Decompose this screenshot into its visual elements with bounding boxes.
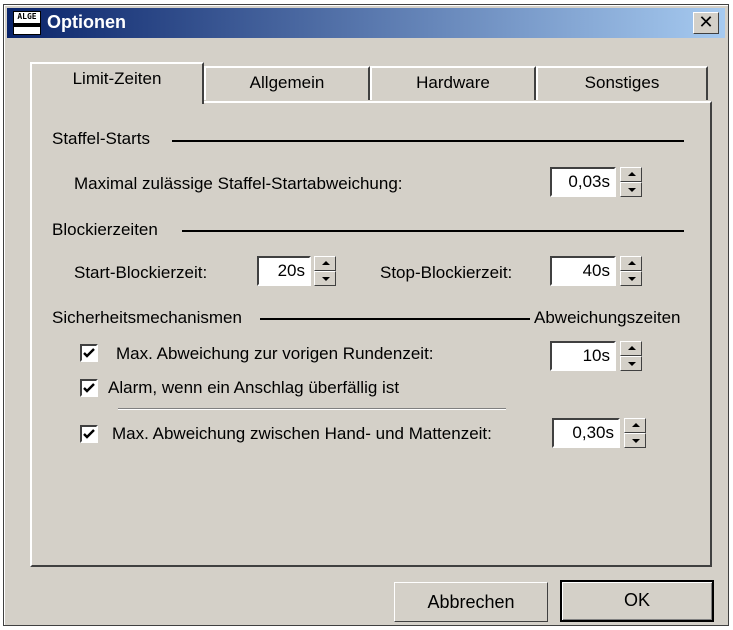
rundenzeit-spinner[interactable] [620, 341, 642, 371]
spin-up-icon[interactable] [620, 341, 642, 356]
hand-matten-input[interactable]: 0,30s [552, 418, 620, 448]
close-button[interactable]: ✕ [693, 12, 719, 34]
stop-blockier-label: Stop-Blockierzeit: [380, 263, 513, 282]
alarm-checkbox[interactable] [80, 379, 98, 397]
staffel-max-input[interactable]: 0,03s [550, 167, 616, 197]
start-blockier-input[interactable]: 20s [257, 256, 311, 286]
title-bar[interactable]: ALGE Optionen ✕ [7, 8, 725, 38]
spin-up-icon[interactable] [314, 256, 336, 271]
checkmark-icon [83, 348, 95, 358]
start-blockier-label: Start-Blockierzeit: [74, 263, 208, 282]
spin-down-icon[interactable] [620, 182, 642, 197]
rundenzeit-input[interactable]: 10s [550, 341, 616, 371]
group-rule [260, 318, 530, 320]
alarm-label: Alarm, wenn ein Anschlag überfällig ist [108, 378, 400, 397]
checkmark-icon [83, 383, 95, 393]
staffel-max-spinner[interactable] [620, 167, 642, 197]
tab-label: Allgemein [249, 73, 325, 92]
tab-hardware[interactable]: Hardware [370, 66, 536, 100]
spin-down-icon[interactable] [620, 356, 642, 371]
tab-label: Hardware [416, 73, 490, 92]
tab-panel-limit-zeiten: Staffel-Starts Maximal zulässige Staffel… [30, 101, 712, 567]
group-heading-sicherheit: Sicherheitsmechanismen [52, 308, 242, 327]
rundenzeit-label: Max. Abweichung zur vorigen Rundenzeit: [116, 344, 434, 363]
abweichungszeiten-label: Abweichungszeiten [534, 308, 681, 327]
start-blockier-spinner[interactable] [314, 256, 336, 286]
spin-up-icon[interactable] [620, 167, 642, 182]
group-heading-staffel: Staffel-Starts [52, 129, 150, 148]
group-rule [182, 230, 684, 232]
staffel-max-label: Maximal zulässige Staffel-Startabweichun… [74, 174, 403, 193]
ok-button[interactable]: OK [560, 580, 714, 622]
tab-label: Limit-Zeiten [72, 69, 162, 88]
spin-up-icon[interactable] [624, 418, 646, 433]
group-rule [172, 140, 684, 142]
spin-down-icon[interactable] [620, 271, 642, 286]
checkmark-icon [83, 429, 95, 439]
cancel-button[interactable]: Abbrechen [394, 582, 548, 622]
stop-blockier-input[interactable]: 40s [550, 256, 616, 286]
hand-matten-label: Max. Abweichung zwischen Hand- und Matte… [112, 424, 492, 443]
window-title: Optionen [47, 12, 126, 32]
group-heading-blockier: Blockierzeiten [52, 220, 158, 239]
stop-blockier-spinner[interactable] [620, 256, 642, 286]
tab-sonstiges[interactable]: Sonstiges [536, 66, 708, 100]
tab-label: Sonstiges [584, 73, 660, 92]
spin-up-icon[interactable] [620, 256, 642, 271]
spin-down-icon[interactable] [624, 433, 646, 448]
hand-matten-spinner[interactable] [624, 418, 646, 448]
hand-matten-checkbox[interactable] [80, 425, 98, 443]
tab-limit-zeiten[interactable]: Limit-Zeiten [30, 62, 204, 104]
rundenzeit-checkbox[interactable] [80, 344, 98, 362]
app-logo-icon: ALGE [13, 11, 41, 35]
spin-down-icon[interactable] [314, 271, 336, 286]
tab-allgemein[interactable]: Allgemein [204, 66, 370, 100]
close-icon: ✕ [698, 12, 714, 32]
separator [118, 408, 506, 410]
